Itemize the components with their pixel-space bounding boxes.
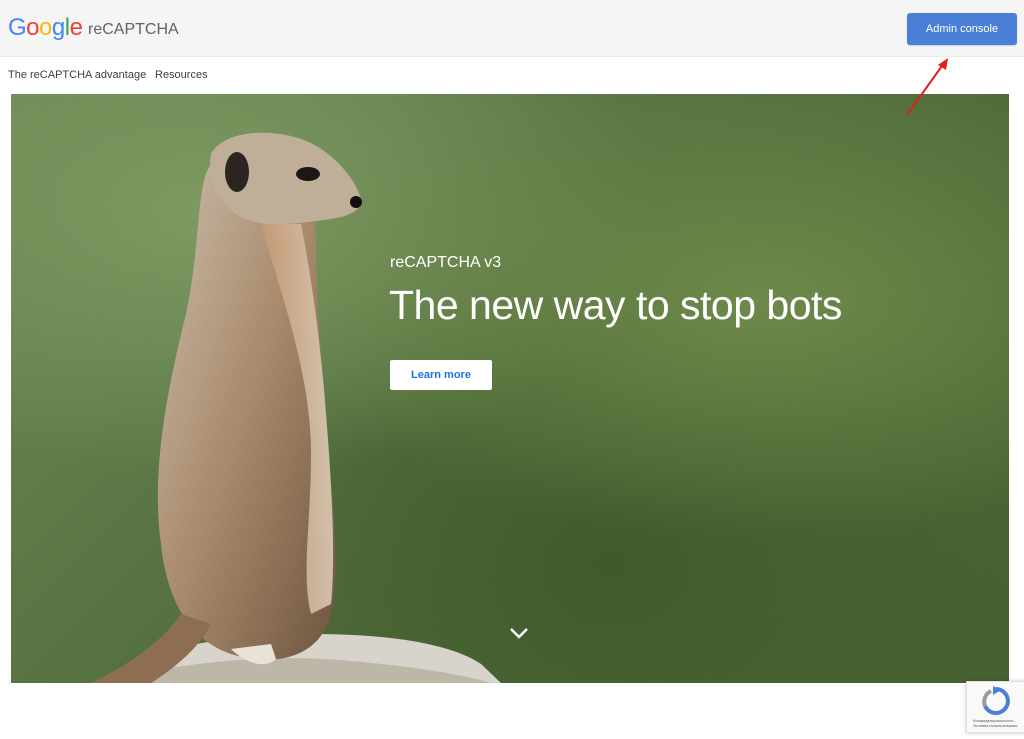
nav-item-advantage[interactable]: The reCAPTCHA advantage xyxy=(8,69,146,81)
chevron-down-icon[interactable] xyxy=(508,626,530,640)
hero-banner: reCAPTCHA v3 The new way to stop bots Le… xyxy=(11,94,1009,683)
product-name: reCAPTCHA xyxy=(88,21,179,38)
recaptcha-badge[interactable]: Конфиденциальность - Условия использован… xyxy=(966,681,1024,733)
logo-letter: e xyxy=(69,14,83,41)
logo-letter: o xyxy=(26,14,40,41)
recaptcha-icon xyxy=(982,686,1010,715)
admin-console-button[interactable]: Admin console xyxy=(907,13,1017,45)
annotation-arrow xyxy=(906,58,948,116)
logo-letter: g xyxy=(51,14,65,41)
nav-item-resources[interactable]: Resources xyxy=(155,69,208,81)
logo-letter: G xyxy=(8,14,27,41)
learn-more-button[interactable]: Learn more xyxy=(390,360,492,390)
nav-bar: The reCAPTCHA advantage Resources xyxy=(0,57,1024,94)
logo-letter: o xyxy=(39,14,52,41)
meerkat-image xyxy=(91,132,501,683)
google-logo[interactable]: Google xyxy=(8,14,83,42)
hero-subtitle: reCAPTCHA v3 xyxy=(390,254,502,271)
hero-title: The new way to stop bots xyxy=(389,282,842,328)
badge-links[interactable]: Конфиденциальность - Условия использован… xyxy=(973,718,1024,728)
top-bar: Google reCAPTCHA Admin console xyxy=(0,0,1024,57)
